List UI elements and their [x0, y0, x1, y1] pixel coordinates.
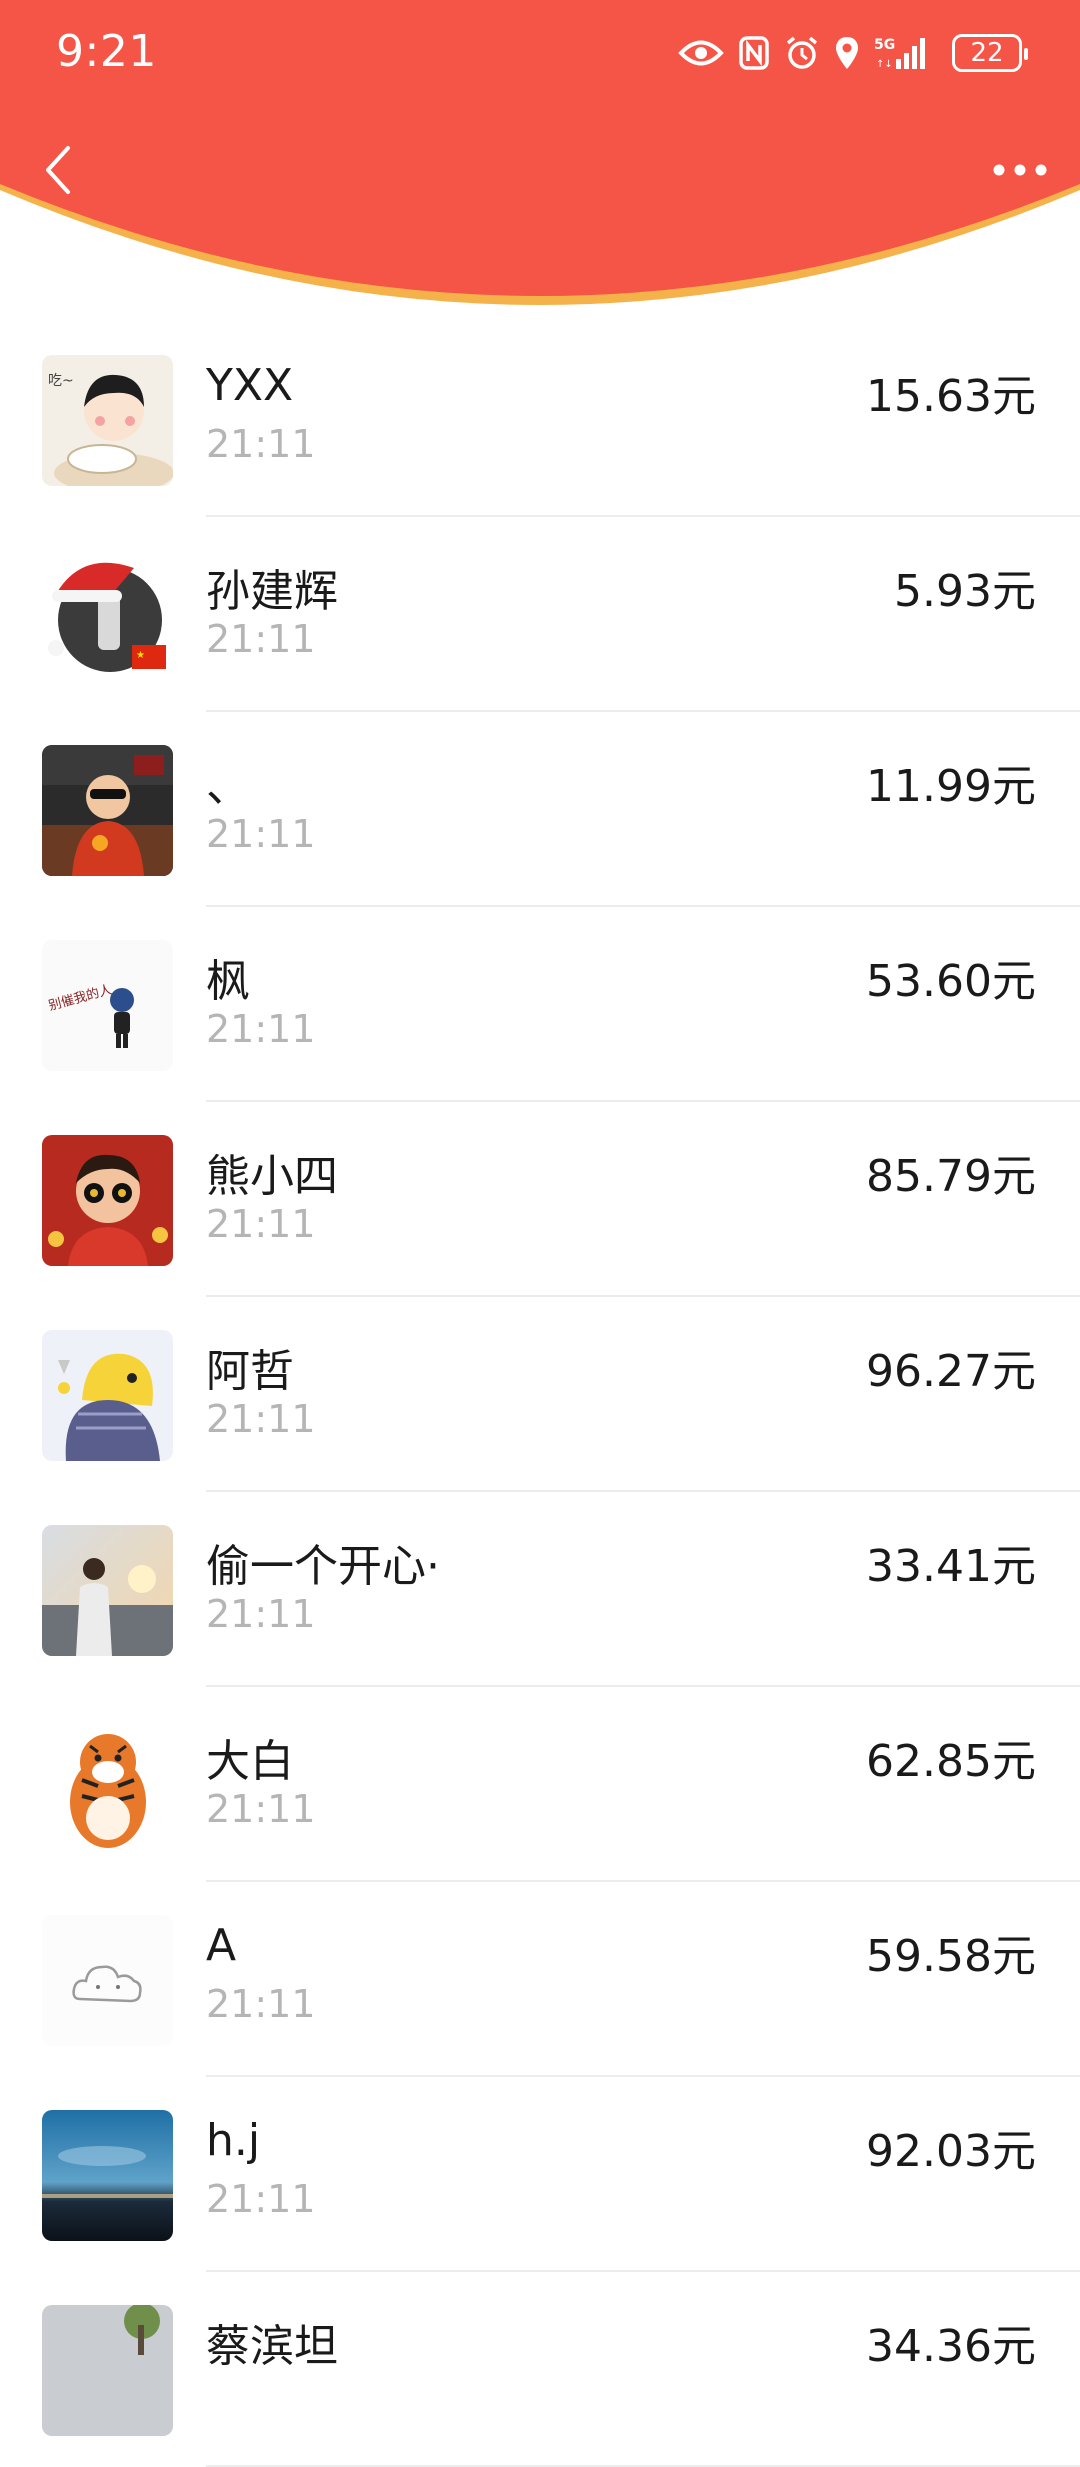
list-item[interactable]: 吃~ YXX 21:11 15.63元 — [0, 322, 1080, 517]
amount: 92.03元 — [866, 2126, 1036, 2177]
amount: 96.27元 — [866, 1346, 1036, 1397]
avatar — [42, 1135, 173, 1266]
alarm-icon — [784, 35, 820, 71]
nfc-icon — [738, 35, 770, 71]
location-icon — [834, 35, 860, 71]
receipt-list: 吃~ YXX 21:11 15.63元 ★ 孙建辉 21:11 5.93元 、 … — [0, 322, 1080, 2467]
red-packet-header: 9:21 5G ↑↓ 22 — [0, 0, 1080, 330]
svg-text:★: ★ — [136, 650, 145, 661]
back-button[interactable] — [28, 138, 88, 202]
status-bar: 9:21 5G ↑↓ 22 — [0, 0, 1080, 110]
list-item[interactable]: h.j 21:11 92.03元 — [0, 2077, 1080, 2272]
receive-time: 21:11 — [206, 1982, 316, 2026]
receive-time: 21:11 — [206, 422, 316, 466]
battery-level: 22 — [970, 38, 1004, 68]
avatar — [42, 1525, 173, 1656]
sender-name: A — [206, 1920, 237, 1971]
avatar — [42, 1915, 173, 2046]
receive-time: 21:11 — [206, 1202, 316, 1246]
amount: 59.58元 — [866, 1931, 1036, 1982]
list-item[interactable]: 蔡滨坦 34.36元 — [0, 2272, 1080, 2467]
list-item[interactable]: 、 21:11 11.99元 — [0, 712, 1080, 907]
amount: 15.63元 — [866, 371, 1036, 422]
sender-name: 偷一个开心· — [206, 1541, 440, 1592]
more-horizontal-icon — [993, 164, 1047, 176]
avatar — [42, 1720, 173, 1851]
sender-name: 孙建辉 — [206, 566, 338, 617]
status-icons: 5G ↑↓ 22 — [678, 30, 1028, 76]
sender-name: 、 — [206, 761, 250, 812]
amount: 5.93元 — [894, 566, 1036, 617]
list-item[interactable]: A 21:11 59.58元 — [0, 1882, 1080, 2077]
amount: 33.41元 — [866, 1541, 1036, 1592]
list-item[interactable]: 熊小四 21:11 85.79元 — [0, 1102, 1080, 1297]
sender-name: 熊小四 — [206, 1151, 338, 1202]
receive-time: 21:11 — [206, 1397, 316, 1441]
avatar — [42, 2305, 173, 2436]
receive-time: 21:11 — [206, 1007, 316, 1051]
receive-time: 21:11 — [206, 617, 316, 661]
sender-name: YXX — [206, 360, 294, 411]
list-item[interactable]: 大白 21:11 62.85元 — [0, 1687, 1080, 1882]
svg-text:吃~: 吃~ — [48, 373, 74, 389]
sender-name: h.j — [206, 2115, 261, 2166]
sender-name: 蔡滨坦 — [206, 2321, 338, 2372]
avatar: ★ — [42, 550, 173, 681]
more-button[interactable] — [982, 140, 1058, 200]
amount: 34.36元 — [866, 2321, 1036, 2372]
avatar — [42, 2110, 173, 2241]
status-time: 9:21 — [56, 26, 157, 77]
chevron-left-icon — [46, 146, 70, 194]
receive-time: 21:11 — [206, 2177, 316, 2221]
svg-text:↑↓: ↑↓ — [876, 59, 893, 70]
list-item[interactable]: 别催我的人 枫 21:11 53.60元 — [0, 907, 1080, 1102]
receive-time: 21:11 — [206, 1592, 316, 1636]
signal-5g-icon: 5G ↑↓ — [874, 35, 932, 71]
sender-name: 大白 — [206, 1736, 294, 1787]
amount: 53.60元 — [866, 956, 1036, 1007]
battery-indicator: 22 — [952, 34, 1028, 72]
svg-text:5G: 5G — [874, 37, 895, 53]
receive-time: 21:11 — [206, 812, 316, 856]
avatar — [42, 745, 173, 876]
avatar: 吃~ — [42, 355, 173, 486]
amount: 62.85元 — [866, 1736, 1036, 1787]
amount: 85.79元 — [866, 1151, 1036, 1202]
sender-name: 阿哲 — [206, 1346, 294, 1397]
list-item[interactable]: 偷一个开心· 21:11 33.41元 — [0, 1492, 1080, 1687]
receive-time: 21:11 — [206, 1787, 316, 1831]
avatar — [42, 1330, 173, 1461]
list-item[interactable]: ★ 孙建辉 21:11 5.93元 — [0, 517, 1080, 712]
avatar: 别催我的人 — [42, 940, 173, 1071]
sender-name: 枫 — [206, 956, 250, 1007]
amount: 11.99元 — [866, 761, 1036, 812]
eye-icon — [678, 38, 724, 68]
list-item[interactable]: 阿哲 21:11 96.27元 — [0, 1297, 1080, 1492]
